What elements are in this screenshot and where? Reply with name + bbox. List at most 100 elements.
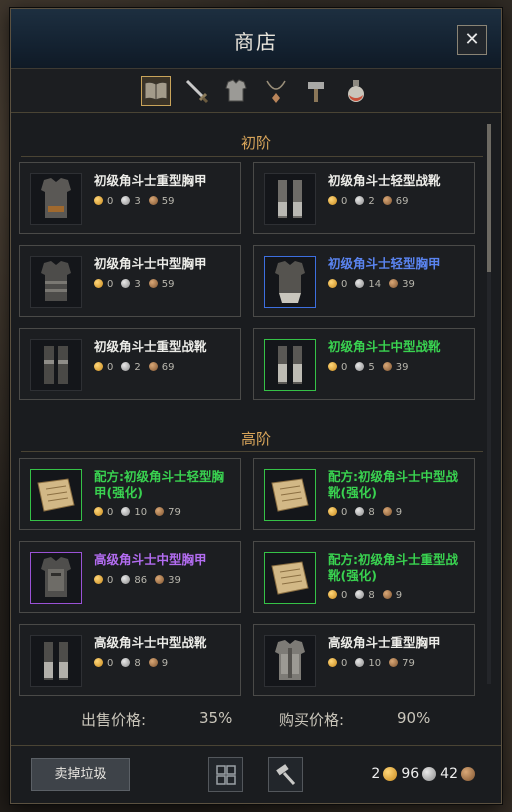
item-price: 0 3 59: [94, 279, 174, 290]
item-price: 0 3 59: [94, 196, 174, 207]
price-copper: 59: [161, 279, 175, 290]
wallet-copper: 42: [440, 766, 458, 782]
price-gold: 0: [341, 590, 348, 601]
item-name: 初级角斗士轻型战靴: [328, 173, 441, 188]
buy-rate-value: 90%: [397, 709, 431, 727]
item-thumbnail: [264, 552, 316, 604]
tab-book[interactable]: [141, 75, 171, 106]
title-bar: 商店 ✕: [11, 9, 501, 69]
item-thumbnail: [30, 552, 82, 604]
item-name: 高级角斗士中型胸甲: [94, 552, 207, 567]
item-name: 初级角斗士中型战靴: [328, 339, 441, 354]
gold-coin-icon: [328, 279, 337, 288]
item-thumbnail: [264, 256, 316, 308]
recipe-scroll-icon: [37, 478, 75, 512]
item-name: 初级角斗士中型胸甲: [94, 256, 207, 271]
item-name: 初级角斗士重型胸甲: [94, 173, 207, 188]
shop-item[interactable]: 初级角斗士中型战靴 0 5 39: [253, 328, 475, 400]
price-copper: 39: [402, 279, 415, 290]
scrollbar[interactable]: [487, 124, 491, 684]
copper-coin-icon: [382, 590, 392, 599]
silver-coin-icon: [355, 590, 365, 599]
price-copper: 69: [395, 196, 409, 207]
window-title: 商店: [234, 30, 278, 54]
copper-coin-icon: [148, 196, 158, 205]
book-icon: [144, 81, 168, 101]
shop-item[interactable]: 初级角斗士重型战靴 0 2 69: [19, 328, 241, 400]
tab-tools[interactable]: [301, 76, 331, 106]
tab-consumable[interactable]: [341, 76, 371, 106]
item-thumbnail: [30, 173, 82, 225]
price-gold: 0: [107, 658, 114, 669]
item-thumbnail: [264, 469, 316, 521]
shop-item[interactable]: 配方:初级角斗士中型战靴(强化) 0 8 9: [253, 458, 475, 530]
silver-coin-icon: [121, 507, 131, 516]
armor-icon: [225, 78, 247, 101]
shop-item[interactable]: 高级角斗士重型胸甲 0 10 79: [253, 624, 475, 696]
price-silver: 8: [134, 658, 141, 669]
copper-coin-icon: [155, 507, 165, 516]
price-copper: 39: [395, 362, 409, 373]
tab-weapon[interactable]: [181, 76, 211, 106]
price-copper: 9: [395, 507, 403, 518]
price-copper: 59: [161, 196, 175, 207]
recipe-scroll-icon: [271, 561, 309, 595]
advanced-boots-icon: [44, 642, 68, 680]
gold-coin-icon: [328, 362, 337, 371]
price-gold: 0: [341, 507, 348, 518]
item-name: 高级角斗士重型胸甲: [328, 635, 441, 650]
wallet-silver: 96: [401, 766, 420, 782]
item-name: 配方:初级角斗士轻型胸甲(强化): [94, 469, 224, 500]
silver-coin-icon: [422, 767, 437, 781]
silver-coin-icon: [355, 507, 365, 516]
silver-coin-icon: [355, 196, 365, 205]
sell-rate-label: 出售价格:: [81, 711, 147, 729]
price-gold: 0: [107, 362, 114, 373]
copper-coin-icon: [382, 507, 392, 516]
item-price: 0 8 9: [328, 590, 402, 601]
shop-item[interactable]: 初级角斗士重型胸甲 0 3 59: [19, 162, 241, 234]
medium-boots-icon: [278, 346, 302, 384]
gold-coin-icon: [383, 767, 398, 781]
shop-item[interactable]: 高级角斗士中型战靴 0 8 9: [19, 624, 241, 696]
price-silver: 8: [368, 590, 375, 601]
tab-armor[interactable]: [221, 76, 251, 106]
footer-bar: 卖掉垃圾 2 96 42: [11, 745, 501, 803]
shop-item[interactable]: 初级角斗士轻型胸甲 0 14 39: [253, 245, 475, 317]
shop-item[interactable]: 配方:初级角斗士轻型胸甲(强化) 0 10 79: [19, 458, 241, 530]
gold-coin-icon: [328, 507, 337, 516]
silver-coin-icon: [121, 658, 131, 667]
sell-junk-button[interactable]: 卖掉垃圾: [31, 758, 130, 791]
shop-item[interactable]: 配方:初级角斗士重型战靴(强化) 0 8 9: [253, 541, 475, 613]
price-silver: 2: [134, 362, 141, 373]
section-title-basic: 初阶: [240, 134, 271, 152]
price-silver: 10: [134, 507, 148, 518]
grid-icon: [215, 764, 236, 785]
light-boots-icon: [278, 180, 302, 218]
copper-coin-icon: [382, 362, 392, 371]
section-divider: [21, 451, 483, 452]
hammer-icon: [308, 81, 324, 102]
sell-rate-value: 35%: [199, 709, 233, 727]
item-price: 0 5 39: [328, 362, 408, 373]
shop-item[interactable]: 初级角斗士中型胸甲 0 3 59: [19, 245, 241, 317]
price-copper: 79: [402, 658, 415, 669]
copper-coin-icon: [148, 362, 158, 371]
grid-view-button[interactable]: [208, 757, 243, 792]
section-title-advanced: 高阶: [240, 430, 271, 448]
gold-coin-icon: [94, 575, 103, 584]
shop-item[interactable]: 初级角斗士轻型战靴 0 2 69: [253, 162, 475, 234]
gold-coin-icon: [94, 362, 103, 371]
heavy-boots-icon: [44, 346, 68, 384]
necklace-icon: [266, 80, 286, 103]
shop-window: 商店 ✕ 初阶 初级角斗士重型胸甲 0 3 59 初级角斗士轻型战靴 0 2 6…: [10, 8, 502, 804]
silver-coin-icon: [121, 279, 131, 288]
recipe-scroll-icon: [271, 478, 309, 512]
repair-button[interactable]: [268, 757, 303, 792]
light-chest-armor-icon: [275, 261, 305, 303]
shop-item[interactable]: 高级角斗士中型胸甲 0 86 39: [19, 541, 241, 613]
tab-accessory[interactable]: [261, 76, 291, 106]
price-gold: 0: [107, 507, 114, 518]
shop-item-list[interactable]: 初阶 初级角斗士重型胸甲 0 3 59 初级角斗士轻型战靴 0 2 69 初级角…: [11, 114, 501, 696]
close-button[interactable]: ✕: [457, 25, 487, 55]
